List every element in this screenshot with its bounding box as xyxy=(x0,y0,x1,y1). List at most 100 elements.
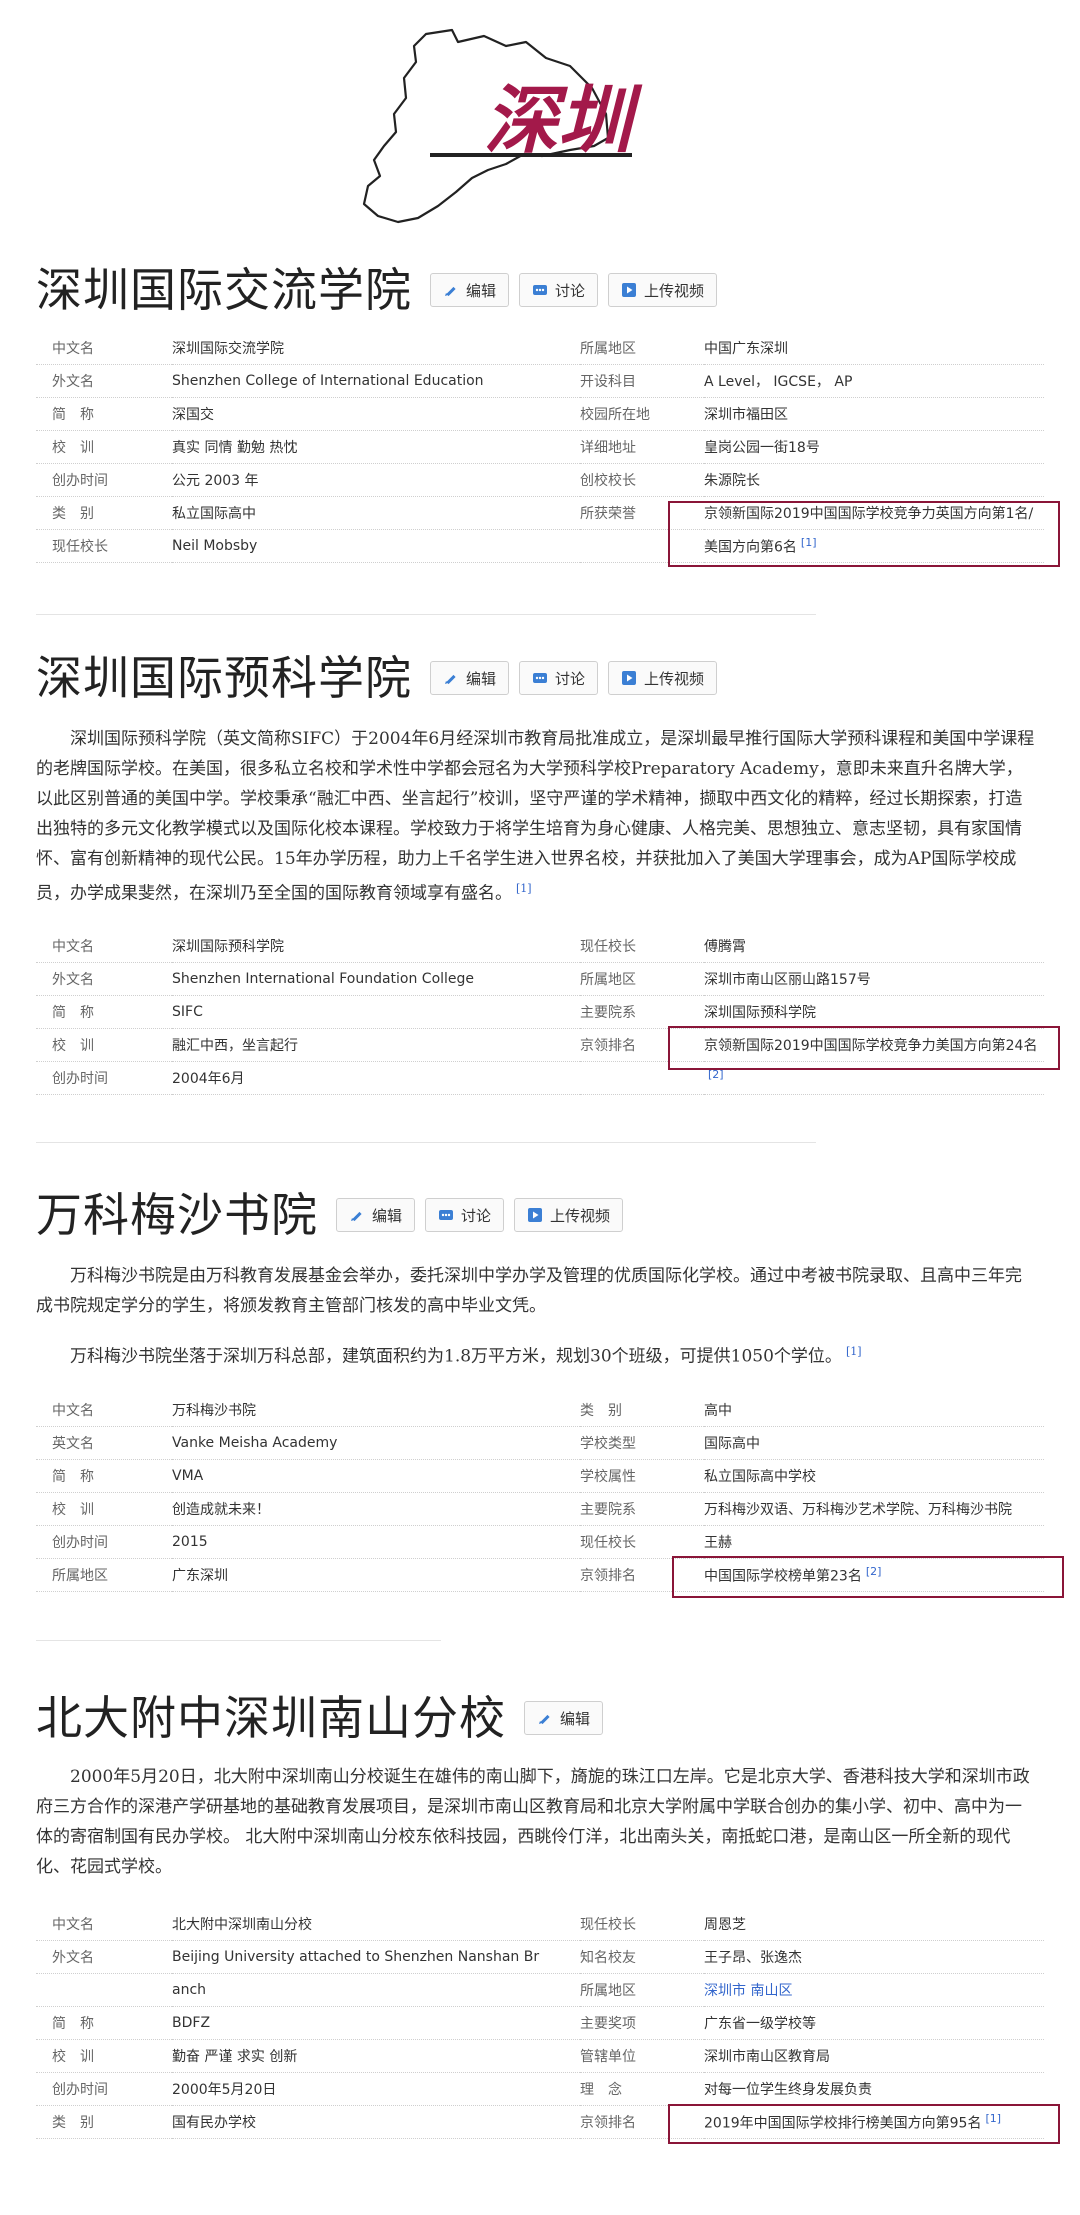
upload-video-button[interactable]: 上传视频 xyxy=(608,661,718,695)
reference-link[interactable]: [2] xyxy=(708,1068,724,1081)
field-value: 私立国际高中学校 xyxy=(704,1459,1044,1493)
field-label: 理 念 xyxy=(580,2072,704,2106)
field-label: 外文名 xyxy=(36,364,172,398)
discuss-button[interactable]: 讨论 xyxy=(425,1198,505,1232)
field-label: 简 称 xyxy=(36,1459,172,1493)
description-paragraph: 万科梅沙书院坐落于深圳万科总部，建筑面积约为1.8万平方米，规划30个班级，可提… xyxy=(36,1337,1036,1372)
field-value: Beijing University attached to Shenzhen … xyxy=(172,1940,580,1974)
field-label: 创校校长 xyxy=(580,463,704,497)
table-row: anch 所属地区 深圳市 南山区 xyxy=(36,1973,1044,2007)
edit-button[interactable]: 编辑 xyxy=(336,1198,416,1232)
field-value: 高中 xyxy=(704,1394,1044,1427)
discuss-button[interactable]: 讨论 xyxy=(519,661,599,695)
upload-video-label: 上传视频 xyxy=(550,1206,611,1225)
discuss-button[interactable]: 讨论 xyxy=(519,273,599,307)
field-label: 类 别 xyxy=(36,2105,172,2139)
table-row: 中文名 深圳国际交流学院 所属地区 中国广东深圳 xyxy=(36,332,1044,365)
field-value: Shenzhen College of International Educat… xyxy=(172,364,580,398)
edit-label: 编辑 xyxy=(372,1206,403,1225)
divider xyxy=(36,1640,441,1641)
table-row: 外文名 Shenzhen College of International Edu… xyxy=(36,364,1044,398)
table-row: 外文名 Beijing University attached to Shenzh… xyxy=(36,1940,1044,1974)
reference-link[interactable]: [1] xyxy=(516,882,532,895)
table-row: 外文名 Shenzhen International Foundation Col… xyxy=(36,962,1044,996)
pencil-icon xyxy=(539,1714,550,1725)
field-value: 周恩芝 xyxy=(704,1908,1044,1941)
field-label: 简 称 xyxy=(36,397,172,431)
field-label: 外文名 xyxy=(36,1940,172,1974)
discuss-label: 讨论 xyxy=(555,669,586,688)
field-value: 2004年6月 xyxy=(172,1061,580,1095)
field-label: 外文名 xyxy=(36,962,172,996)
field-value: 王赫 xyxy=(704,1525,1044,1559)
play-icon xyxy=(622,671,637,685)
chat-icon xyxy=(439,1210,454,1220)
table-row: 创办时间 2015 现任校长 王赫 xyxy=(36,1525,1044,1559)
field-value: 中国广东深圳 xyxy=(704,332,1044,365)
edit-button[interactable]: 编辑 xyxy=(524,1701,604,1735)
field-label: 简 称 xyxy=(36,2006,172,2040)
discuss-label: 讨论 xyxy=(555,281,586,300)
table-row: 中文名 北大附中深圳南山分校 现任校长 周恩芝 xyxy=(36,1908,1044,1941)
play-icon xyxy=(622,283,637,297)
field-value: 真实 同情 勤勉 热忱 xyxy=(172,430,580,464)
field-label: 所属地区 xyxy=(580,1973,704,2007)
field-label: 主要院系 xyxy=(580,995,704,1029)
field-value-link[interactable]: 深圳市 南山区 xyxy=(704,1973,1044,2007)
shenzhen-map-icon: 深圳 xyxy=(362,28,643,224)
field-label: 中文名 xyxy=(36,930,172,963)
field-label: 开设科目 xyxy=(580,364,704,398)
reference-link[interactable]: [1] xyxy=(846,1345,862,1358)
info-table: 中文名 深圳国际预科学院 现任校长 傅腾霄 外文名 Shenzhen Internati… xyxy=(36,930,1044,1095)
field-label: 现任校长 xyxy=(36,529,172,563)
pencil-icon xyxy=(445,674,456,685)
edit-label: 编辑 xyxy=(466,669,497,688)
field-value: 深圳国际预科学院 xyxy=(172,930,580,963)
field-value: BDFZ xyxy=(172,2006,580,2040)
pencil-icon xyxy=(445,286,456,297)
field-value: 对每一位学生终身发展负责 xyxy=(704,2072,1044,2106)
field-value: 创造成就未来！ xyxy=(172,1492,580,1526)
field-label: 创办时间 xyxy=(36,463,172,497)
field-value: Vanke Meisha Academy xyxy=(172,1426,580,1460)
field-label: 现任校长 xyxy=(580,1908,704,1941)
field-value: 国有民办学校 xyxy=(172,2105,580,2139)
field-value: 北大附中深圳南山分校 xyxy=(172,1908,580,1941)
paragraph-text: 万科梅沙书院坐落于深圳万科总部，建筑面积约为1.8万平方米，规划30个班级，可提… xyxy=(70,1346,842,1367)
field-label: 创办时间 xyxy=(36,1525,172,1559)
upload-video-button[interactable]: 上传视频 xyxy=(608,273,718,307)
field-value: 私立国际高中 xyxy=(172,496,580,530)
play-icon xyxy=(528,1208,543,1222)
field-label: 学校类型 xyxy=(580,1426,704,1460)
edit-button[interactable]: 编辑 xyxy=(430,661,510,695)
field-value: 深国交 xyxy=(172,397,580,431)
table-row: 校 训勤奋 严谨 求实 创新 管辖单位 深圳市南山区教育局 xyxy=(36,2039,1044,2073)
field-label: 主要奖项 xyxy=(580,2006,704,2040)
field-label: 现任校长 xyxy=(580,1525,704,1559)
section-title: 深圳国际预科学院 xyxy=(36,651,412,705)
description-paragraph: 万科梅沙书院是由万科教育发展基金会举办，委托深圳中学办学及管理的优质国际化学校。… xyxy=(36,1266,1022,1316)
field-value: Shenzhen International Foundation Colleg… xyxy=(172,962,580,996)
table-row: 创办时间 2000年5月20日理 念对每一位学生终身发展负责 xyxy=(36,2072,1044,2106)
field-label: 中文名 xyxy=(36,1394,172,1427)
field-label: 英文名 xyxy=(36,1426,172,1460)
upload-video-label: 上传视频 xyxy=(644,281,705,300)
edit-label: 编辑 xyxy=(560,1709,591,1728)
table-row: 中文名 深圳国际预科学院 现任校长 傅腾霄 xyxy=(36,930,1044,963)
field-label: 管辖单位 xyxy=(580,2039,704,2073)
field-label: 简 称 xyxy=(36,995,172,1029)
field-label: 校园所在地 xyxy=(580,397,704,431)
upload-video-button[interactable]: 上传视频 xyxy=(514,1198,624,1232)
highlight-box xyxy=(668,1026,1060,1070)
field-value: 2015 xyxy=(172,1525,580,1559)
edit-button[interactable]: 编辑 xyxy=(430,273,510,307)
field-label: 校 训 xyxy=(36,1028,172,1062)
field-label: 创办时间 xyxy=(36,1061,172,1095)
shenzhen-logo: 深圳 xyxy=(356,28,656,224)
field-label: 类 别 xyxy=(36,496,172,530)
field-value: 王子昂、张逸杰 xyxy=(704,1940,1044,1974)
logo-text: 深圳 xyxy=(484,78,643,164)
table-row: 简 称深国交 校园所在地 深圳市福田区 xyxy=(36,397,1044,431)
chat-icon xyxy=(533,285,548,295)
description-paragraph: 深圳国际预科学院（英文简称SIFC）于2004年6月经深圳市教育局批准成立，是深… xyxy=(36,724,1036,909)
